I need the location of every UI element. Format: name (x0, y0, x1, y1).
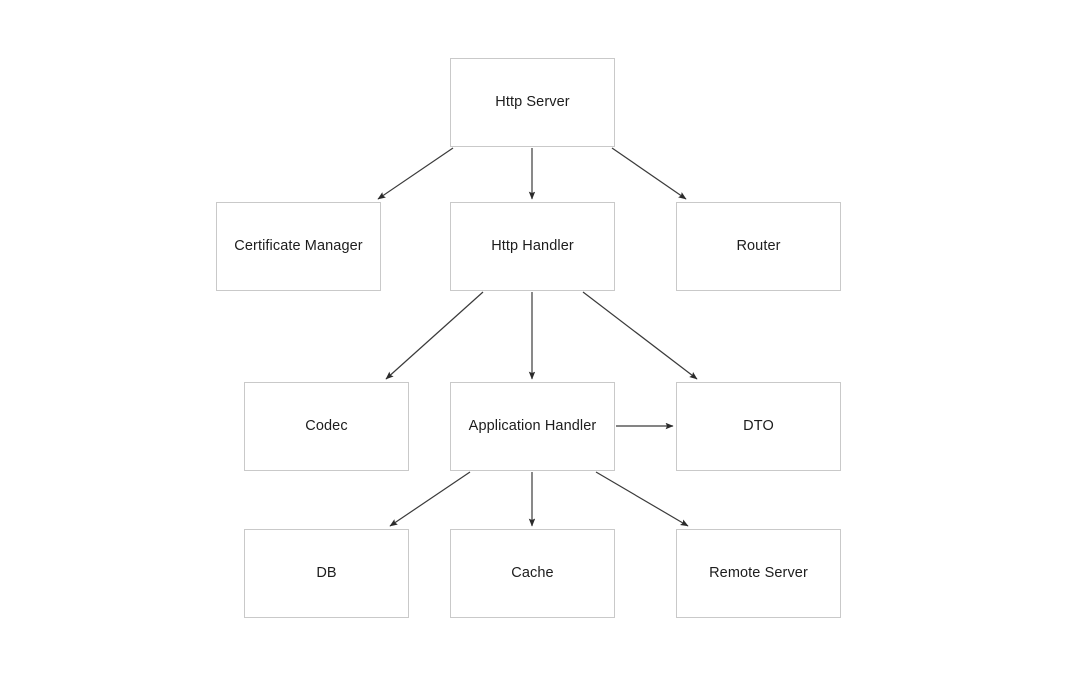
diagram-canvas: Http Server Certificate Manager Http Handl… (0, 0, 1080, 675)
node-label-remote-server: Remote Server (709, 564, 808, 581)
node-certificate-manager[interactable]: Certificate Manager (216, 202, 381, 291)
node-label-certificate-manager: Certificate Manager (234, 237, 363, 254)
node-cache[interactable]: Cache (450, 529, 615, 618)
edge-http-handler-to-dto (582, 291, 698, 380)
edge-http-server-to-router (611, 147, 687, 200)
edge-application-handler-to-remote-server (595, 471, 689, 527)
node-router[interactable]: Router (676, 202, 841, 291)
node-label-application-handler: Application Handler (468, 417, 597, 434)
edge-http-server-to-certificate-manager (377, 147, 454, 200)
node-label-cache: Cache (511, 564, 554, 581)
node-label-router: Router (736, 237, 781, 254)
node-application-handler[interactable]: Application Handler (450, 382, 615, 471)
node-label-codec: Codec (305, 417, 348, 434)
node-dto[interactable]: DTO (676, 382, 841, 471)
node-label-http-handler: Http Handler (491, 237, 574, 254)
node-db[interactable]: DB (244, 529, 409, 618)
node-label-dto: DTO (743, 417, 774, 434)
edge-http-handler-to-codec (385, 291, 484, 380)
node-http-server[interactable]: Http Server (450, 58, 615, 147)
node-label-db: DB (316, 564, 337, 581)
node-remote-server[interactable]: Remote Server (676, 529, 841, 618)
node-http-handler[interactable]: Http Handler (450, 202, 615, 291)
node-codec[interactable]: Codec (244, 382, 409, 471)
node-label-http-server: Http Server (495, 93, 570, 110)
edge-application-handler-to-db (389, 471, 471, 527)
